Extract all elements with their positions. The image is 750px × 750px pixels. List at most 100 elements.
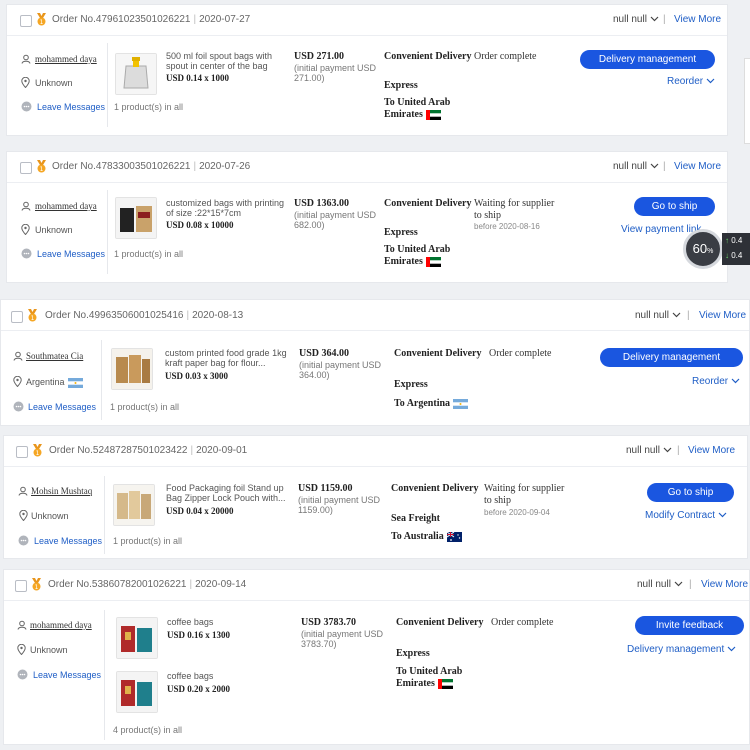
download-speed: 0.4 xyxy=(731,251,743,260)
product-name[interactable]: coffee bags xyxy=(167,671,292,681)
delivery-management-button[interactable]: Delivery management xyxy=(600,348,743,367)
kraft-bag-image xyxy=(112,349,152,389)
leave-messages-link[interactable]: Leave Messages xyxy=(33,670,101,680)
destination: To United Arab Emirates xyxy=(384,97,451,120)
destination: To Australia xyxy=(391,531,491,543)
product-name[interactable]: coffee bags xyxy=(167,617,292,627)
buyer-name[interactable]: Mohsin Mushtaq xyxy=(31,486,92,496)
null-select[interactable]: null null xyxy=(613,161,659,172)
shipping-method: Convenient Delivery xyxy=(384,198,472,209)
leave-messages-link[interactable]: Leave Messages xyxy=(37,102,105,112)
null-select[interactable]: null null xyxy=(613,14,659,25)
view-more-link[interactable]: View More xyxy=(674,14,721,25)
reorder-link[interactable]: Reorder xyxy=(667,76,715,87)
product-thumbnail[interactable] xyxy=(116,617,158,659)
product-name[interactable]: 500 ml foil spout bags with spout in cen… xyxy=(166,51,291,71)
shipping-type: Express xyxy=(384,80,418,91)
order-status: Order complete xyxy=(474,51,537,62)
gold-supplier-icon: 1 xyxy=(33,444,42,457)
product-name[interactable]: custom printed food grade 1kg kraft pape… xyxy=(165,348,290,368)
product-name[interactable]: customized bags with printing of size :2… xyxy=(166,198,291,218)
order-status: Order complete xyxy=(489,348,552,359)
message-icon xyxy=(21,248,32,259)
location-pin-icon xyxy=(19,510,28,521)
chevron-down-icon xyxy=(663,447,672,453)
order-card: 1 Order No.52487287501023422 | 2020-09-01 … xyxy=(3,435,748,559)
order-date: 2020-08-13 xyxy=(192,310,244,321)
initial-payment: (initial payment USD 1159.00) xyxy=(298,495,381,515)
order-checkbox[interactable] xyxy=(16,446,28,458)
uae-flag-icon xyxy=(437,678,453,689)
chevron-down-icon xyxy=(731,378,740,384)
null-select[interactable]: null null xyxy=(637,579,683,590)
svg-text:1: 1 xyxy=(40,166,44,173)
order-status: Waiting for supplier to ship xyxy=(484,483,565,506)
view-more-link[interactable]: View More xyxy=(688,445,735,456)
order-checkbox[interactable] xyxy=(20,162,32,174)
null-select[interactable]: null null xyxy=(626,445,672,456)
argentina-flag-icon xyxy=(67,377,83,388)
order-number: Order No.47961023501026221 xyxy=(52,14,191,25)
leave-messages-link[interactable]: Leave Messages xyxy=(28,402,96,412)
go-to-ship-button[interactable]: Go to ship xyxy=(647,483,734,502)
product-price: USD 0.03 x 3000 xyxy=(165,371,229,381)
gold-supplier-icon: 1 xyxy=(37,160,46,173)
shipping-method: Convenient Delivery xyxy=(391,483,479,494)
view-more-link[interactable]: View More xyxy=(699,310,746,321)
location-pin-icon xyxy=(21,224,30,235)
shipping-type: Sea Freight xyxy=(391,513,440,524)
chevron-down-icon xyxy=(718,512,727,518)
view-more-link[interactable]: View More xyxy=(701,579,748,590)
null-select[interactable]: null null xyxy=(635,310,681,321)
product-count: 1 product(s) in all xyxy=(113,536,183,546)
reorder-link[interactable]: Reorder xyxy=(692,376,740,387)
buyer-name[interactable]: mohammed daya xyxy=(30,620,92,630)
side-panel-edge xyxy=(744,58,750,144)
view-more-link[interactable]: View More xyxy=(674,161,721,172)
leave-messages-link[interactable]: Leave Messages xyxy=(34,536,102,546)
buyer-name[interactable]: Southmatea Cia xyxy=(26,351,83,361)
order-checkbox[interactable] xyxy=(20,15,32,27)
location-pin-icon xyxy=(21,77,30,88)
order-number: Order No.47833003501026221 xyxy=(52,161,191,172)
order-header: 1 Order No.49963506001025416 | 2020-08-13 … xyxy=(1,300,749,331)
go-to-ship-button[interactable]: Go to ship xyxy=(634,197,715,216)
message-icon xyxy=(17,669,28,680)
svg-text:1: 1 xyxy=(31,315,35,322)
order-date: 2020-09-14 xyxy=(195,579,247,590)
buyer-name[interactable]: mohammed daya xyxy=(35,54,97,64)
modify-contract-link[interactable]: Modify Contract xyxy=(645,510,727,521)
timer-widget[interactable]: 60% xyxy=(683,229,723,269)
delivery-management-link[interactable]: Delivery management xyxy=(627,644,736,655)
uae-flag-icon xyxy=(425,109,441,120)
chevron-down-icon xyxy=(674,581,683,587)
product-thumbnail[interactable] xyxy=(113,484,155,526)
initial-payment: (initial payment USD 682.00) xyxy=(294,210,377,230)
message-icon xyxy=(13,401,24,412)
user-icon xyxy=(17,620,27,630)
order-number: Order No.53860782001026221 xyxy=(48,579,187,590)
invite-feedback-button[interactable]: Invite feedback xyxy=(635,616,744,635)
order-number: Order No.52487287501023422 xyxy=(49,445,188,456)
order-card: 1 Order No.53860782001026221 | 2020-09-14 … xyxy=(3,569,750,745)
product-thumbnail[interactable] xyxy=(115,53,157,95)
leave-messages-link[interactable]: Leave Messages xyxy=(37,249,105,259)
product-price: USD 0.08 x 10000 xyxy=(166,220,234,230)
user-icon xyxy=(18,486,28,496)
coffee-bag-image xyxy=(117,618,157,658)
order-date: 2020-09-01 xyxy=(196,445,248,456)
product-thumbnail[interactable] xyxy=(116,671,158,713)
order-date: 2020-07-26 xyxy=(199,161,251,172)
product-thumbnail[interactable] xyxy=(115,197,157,239)
order-header: 1 Order No.53860782001026221 | 2020-09-14 … xyxy=(4,570,749,601)
order-checkbox[interactable] xyxy=(11,311,23,323)
divider xyxy=(104,476,105,554)
network-speed-widget: ↑ 0.4 ↓ 0.4 xyxy=(722,233,750,265)
delivery-management-button[interactable]: Delivery management xyxy=(580,50,715,69)
order-checkbox[interactable] xyxy=(15,580,27,592)
buyer-name[interactable]: mohammed daya xyxy=(35,201,97,211)
product-thumbnail[interactable] xyxy=(111,348,153,390)
spout-bag-image xyxy=(116,54,156,94)
product-count: 1 product(s) in all xyxy=(110,402,180,412)
product-name[interactable]: Food Packaging foil Stand up Bag Zipper … xyxy=(166,483,291,503)
